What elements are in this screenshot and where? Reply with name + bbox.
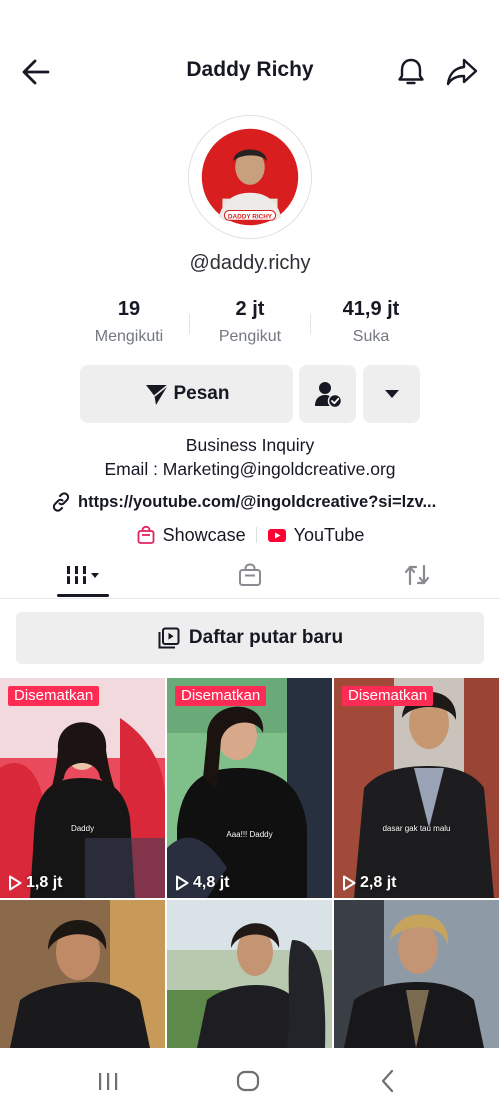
view-count-text: 2,8 jt [360, 874, 397, 891]
video-thumbnail-image [334, 900, 499, 1048]
playlist-icon [158, 627, 180, 649]
profile-tabs [0, 553, 500, 599]
video-thumbnail[interactable] [0, 900, 165, 1048]
new-playlist-label: Daftar putar baru [188, 627, 344, 648]
video-thumbnail[interactable] [334, 900, 499, 1048]
profile-handle: @daddy.richy [189, 252, 311, 274]
video-grid: Daddy Disematkan 1,8 jt Aaa!!! Daddy Dis… [0, 678, 500, 1048]
profile-chips: Showcase YouTube [0, 522, 500, 548]
youtube-chip[interactable]: YouTube [267, 524, 365, 546]
video-caption: Aaa!!! Daddy [226, 830, 273, 839]
send-message-icon [145, 384, 169, 405]
tab-repost[interactable] [392, 553, 442, 597]
new-playlist-button[interactable]: Daftar putar baru [16, 612, 484, 664]
shop-bag-icon [239, 563, 261, 586]
video-thumbnail-image [334, 678, 499, 898]
bell-icon[interactable] [394, 55, 428, 89]
pinned-badge: Disematkan [342, 686, 434, 706]
chip-divider [255, 527, 257, 543]
link-icon [52, 492, 70, 512]
video-thumbnail[interactable]: Daddy Disematkan 1,8 jt [0, 678, 165, 898]
youtube-chip-label: YouTube [293, 524, 365, 545]
video-caption: dasar gak tau malu [382, 824, 451, 833]
tab-shop[interactable] [225, 553, 275, 597]
more-options-button[interactable] [363, 365, 420, 423]
top-bar: Daddy Richy [0, 44, 500, 100]
share-arrow-icon[interactable] [444, 55, 480, 89]
shop-bag-icon [137, 525, 154, 544]
bio-email: Email : Marketing@ingoldcreative.org [104, 459, 396, 479]
view-count: 4,8 jt [175, 874, 229, 892]
profile-stats: 19 Mengikuti 2 jt Pengikut 41,9 jt Suka [0, 298, 500, 354]
view-count-text: 1,8 jt [26, 874, 63, 891]
video-thumbnail-image [167, 678, 332, 898]
view-count: 2,8 jt [342, 874, 396, 892]
bio-link[interactable]: https://youtube.com/@ingoldcreative?si=l… [50, 491, 470, 513]
recent-apps-icon[interactable] [93, 1066, 123, 1096]
stat-likes-value: 41,9 jt [342, 298, 400, 320]
system-navigation-bar [0, 1048, 500, 1111]
view-count: 1,8 jt [8, 874, 62, 892]
videos-grid-icon [67, 566, 99, 584]
view-count-text: 4,8 jt [193, 874, 230, 891]
stat-followers-value: 2 jt [235, 298, 265, 320]
message-button[interactable]: Pesan [80, 365, 293, 423]
stat-likes-label: Suka [352, 328, 390, 345]
profile-avatar[interactable]: DADDY RICHY [188, 115, 312, 239]
video-thumbnail[interactable] [167, 900, 332, 1048]
youtube-icon [267, 529, 286, 542]
message-button-label: Pesan [173, 383, 230, 404]
video-thumbnail[interactable]: Aaa!!! Daddy Disematkan 4,8 jt [167, 678, 332, 898]
video-thumbnail-image [167, 900, 332, 1048]
stat-following-value: 19 [117, 298, 141, 320]
showcase-chip[interactable]: Showcase [136, 525, 246, 546]
pinned-badge: Disematkan [175, 686, 267, 706]
play-icon [9, 875, 22, 891]
system-back-icon[interactable] [373, 1066, 403, 1096]
pinned-badge: Disematkan [8, 686, 100, 706]
tab-videos[interactable] [57, 553, 109, 597]
video-thumbnail-image [0, 900, 165, 1048]
stat-following[interactable]: 19 Mengikuti [64, 298, 194, 346]
caret-down-icon [384, 390, 399, 398]
video-thumbnail[interactable]: dasar gak tau malu Disematkan 2,8 jt [334, 678, 499, 898]
avatar-image: DADDY RICHY [189, 116, 311, 238]
bio-link-text: https://youtube.com/@ingoldcreative?si=l… [78, 492, 437, 511]
home-icon[interactable] [233, 1066, 263, 1096]
active-tab-indicator [57, 594, 109, 597]
person-check-icon [314, 382, 342, 409]
video-caption: Daddy [70, 824, 95, 833]
bio-line: Business Inquiry [185, 435, 315, 455]
stat-likes[interactable]: 41,9 jt Suka [306, 298, 436, 346]
showcase-chip-label: Showcase [162, 524, 246, 545]
avatar-badge-text: DADDY RICHY [228, 213, 273, 220]
friend-status-button[interactable] [299, 365, 356, 423]
video-thumbnail-image [0, 678, 165, 898]
repost-icon [404, 564, 430, 586]
play-icon [176, 875, 189, 891]
stat-followers[interactable]: 2 jt Pengikut [185, 298, 315, 346]
play-icon [343, 875, 356, 891]
stat-following-label: Mengikuti [94, 328, 164, 345]
stat-followers-label: Pengikut [218, 328, 282, 345]
